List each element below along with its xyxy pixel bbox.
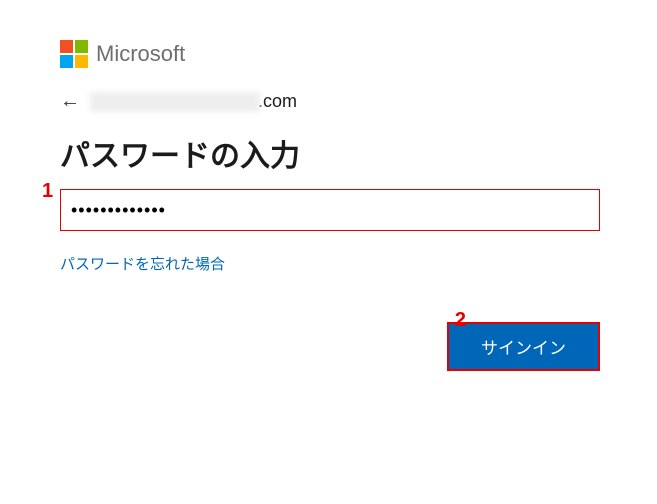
- brand-row: Microsoft: [60, 40, 597, 68]
- password-input[interactable]: [60, 189, 600, 231]
- signin-card: Microsoft ← .com パスワードの入力 1 パスワードを忘れた場合 …: [0, 0, 657, 411]
- signin-button[interactable]: サインイン: [447, 322, 600, 371]
- password-field-wrap: 1: [60, 189, 597, 231]
- forgot-password-link[interactable]: パスワードを忘れた場合: [60, 253, 225, 274]
- email-suffix: .com: [258, 91, 297, 111]
- annotation-marker-2: 2: [455, 310, 466, 330]
- button-row: 2 サインイン: [60, 322, 600, 371]
- page-title: パスワードの入力: [60, 131, 597, 175]
- account-email: .com: [90, 91, 297, 112]
- microsoft-logo-icon: [60, 40, 88, 68]
- identity-row[interactable]: ← .com: [60, 90, 597, 113]
- brand-name: Microsoft: [96, 41, 185, 67]
- email-redacted: [90, 92, 260, 112]
- annotation-marker-1: 1: [42, 181, 53, 201]
- back-arrow-icon[interactable]: ←: [60, 90, 80, 113]
